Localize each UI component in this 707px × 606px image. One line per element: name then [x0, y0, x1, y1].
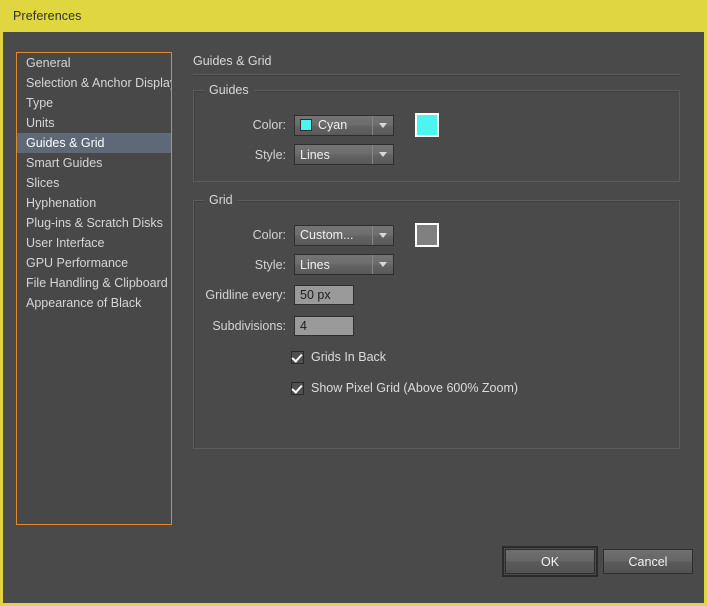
title-divider: [193, 74, 680, 76]
guides-style-dropdown[interactable]: Lines: [294, 144, 394, 165]
grids-in-back-checkbox[interactable]: [291, 351, 304, 364]
guides-color-swatch-button[interactable]: [415, 113, 439, 137]
gridline-every-row: Gridline every:: [194, 285, 354, 305]
cancel-button[interactable]: Cancel: [603, 549, 693, 574]
category-list[interactable]: General Selection & Anchor Display Type …: [16, 52, 172, 525]
guides-style-label: Style:: [194, 148, 286, 162]
sidebar-item-hyphenation[interactable]: Hyphenation: [17, 193, 171, 213]
guides-group: Guides Color: Cyan Style: Lines: [193, 90, 680, 182]
grid-style-dropdown[interactable]: Lines: [294, 254, 394, 275]
grid-color-label: Color:: [194, 228, 286, 242]
chevron-down-icon: [379, 152, 387, 157]
show-pixel-grid-label: Show Pixel Grid (Above 600% Zoom): [311, 381, 518, 395]
guides-style-row: Style: Lines: [194, 144, 394, 165]
sidebar-item-general[interactable]: General: [17, 53, 171, 73]
guides-color-dropdown-button[interactable]: [372, 116, 393, 135]
guides-group-legend: Guides: [204, 83, 254, 97]
guides-color-label: Color:: [194, 118, 286, 132]
guides-style-dropdown-button[interactable]: [372, 145, 393, 164]
sidebar-item-units[interactable]: Units: [17, 113, 171, 133]
guides-color-value: Cyan: [318, 118, 347, 132]
window-title: Preferences: [13, 9, 82, 23]
page-title: Guides & Grid: [193, 54, 272, 68]
chevron-down-icon: [379, 262, 387, 267]
grid-color-row: Color: Custom...: [194, 223, 439, 247]
grid-group-legend: Grid: [204, 193, 238, 207]
guides-style-value: Lines: [300, 148, 330, 162]
show-pixel-grid-checkbox-row[interactable]: Show Pixel Grid (Above 600% Zoom): [291, 381, 518, 395]
sidebar-item-slices[interactable]: Slices: [17, 173, 171, 193]
title-bar: Preferences: [0, 0, 707, 32]
sidebar-item-type[interactable]: Type: [17, 93, 171, 113]
sidebar-item-guides-grid[interactable]: Guides & Grid: [17, 133, 171, 153]
grid-color-value: Custom...: [300, 228, 354, 242]
grid-style-row: Style: Lines: [194, 254, 394, 275]
grid-group: Grid Color: Custom... Style: Lines: [193, 200, 680, 449]
show-pixel-grid-checkbox[interactable]: [291, 382, 304, 395]
subdivisions-row: Subdivisions:: [194, 316, 354, 336]
grid-color-dropdown-button[interactable]: [372, 226, 393, 245]
guides-color-row: Color: Cyan: [194, 113, 439, 137]
sidebar-item-plugins-scratch-disks[interactable]: Plug-ins & Scratch Disks: [17, 213, 171, 233]
sidebar-item-appearance-of-black[interactable]: Appearance of Black: [17, 293, 171, 313]
grid-style-dropdown-button[interactable]: [372, 255, 393, 274]
grids-in-back-label: Grids In Back: [311, 350, 386, 364]
settings-panel: Guides & Grid Guides Color: Cyan Style:: [193, 52, 680, 532]
gridline-every-input[interactable]: [294, 285, 354, 305]
sidebar-item-file-handling-clipboard[interactable]: File Handling & Clipboard: [17, 273, 171, 293]
ok-button[interactable]: OK: [505, 549, 595, 574]
subdivisions-label: Subdivisions:: [194, 319, 286, 333]
sidebar-item-selection-anchor-display[interactable]: Selection & Anchor Display: [17, 73, 171, 93]
chevron-down-icon: [379, 233, 387, 238]
gridline-every-label: Gridline every:: [194, 288, 286, 302]
grid-style-value: Lines: [300, 258, 330, 272]
sidebar-item-gpu-performance[interactable]: GPU Performance: [17, 253, 171, 273]
grid-color-dropdown[interactable]: Custom...: [294, 225, 394, 246]
chevron-down-icon: [379, 123, 387, 128]
guides-color-dropdown[interactable]: Cyan: [294, 115, 394, 136]
sidebar-item-smart-guides[interactable]: Smart Guides: [17, 153, 171, 173]
grid-style-label: Style:: [194, 258, 286, 272]
grids-in-back-checkbox-row[interactable]: Grids In Back: [291, 350, 386, 364]
subdivisions-input[interactable]: [294, 316, 354, 336]
guides-color-swatch-small: [300, 119, 312, 131]
sidebar-item-user-interface[interactable]: User Interface: [17, 233, 171, 253]
preferences-dialog: Preferences General Selection & Anchor D…: [0, 0, 707, 606]
grid-color-swatch-button[interactable]: [415, 223, 439, 247]
